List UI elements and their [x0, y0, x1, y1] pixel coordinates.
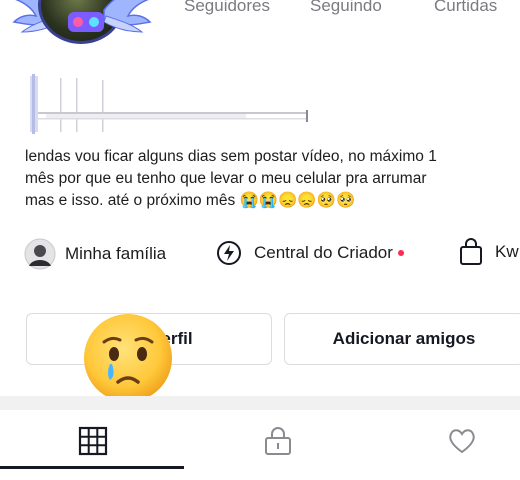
followers-label[interactable]: Seguidores: [184, 0, 270, 16]
creator-center-label: Central do Criador: [254, 243, 393, 262]
profile-stats: Seguidores Seguindo Curtidas: [0, 0, 520, 20]
family-link[interactable]: Minha família: [24, 238, 166, 270]
glitch-decoration: [30, 74, 308, 134]
creator-center-link[interactable]: Central do Criador: [216, 240, 404, 266]
add-friends-button[interactable]: Adicionar amigos: [284, 313, 520, 365]
shop-link[interactable]: Kw: [458, 238, 519, 266]
notification-dot: [397, 250, 404, 256]
lightning-icon: [217, 241, 241, 265]
following-label[interactable]: Seguindo: [310, 0, 382, 16]
shop-link-label: Kw: [495, 242, 519, 261]
profile-links-row: Minha família Central do Criador Kw: [0, 236, 520, 272]
crying-face-emoji: [84, 314, 172, 402]
family-avatar-icon: [24, 238, 56, 270]
add-friends-label: Adicionar amigos: [332, 329, 476, 348]
profile-bio: lendas vou ficar alguns dias sem postar …: [25, 148, 437, 209]
family-link-label: Minha família: [65, 244, 167, 263]
likes-label[interactable]: Curtidas: [434, 0, 497, 16]
lock-icon[interactable]: [263, 426, 293, 456]
section-divider: [0, 396, 520, 410]
shopping-bag-icon: [460, 238, 482, 265]
grid-icon[interactable]: [78, 426, 108, 456]
active-tab-indicator: [0, 466, 184, 469]
heart-icon[interactable]: [447, 426, 477, 456]
profile-tabs: [0, 410, 520, 480]
